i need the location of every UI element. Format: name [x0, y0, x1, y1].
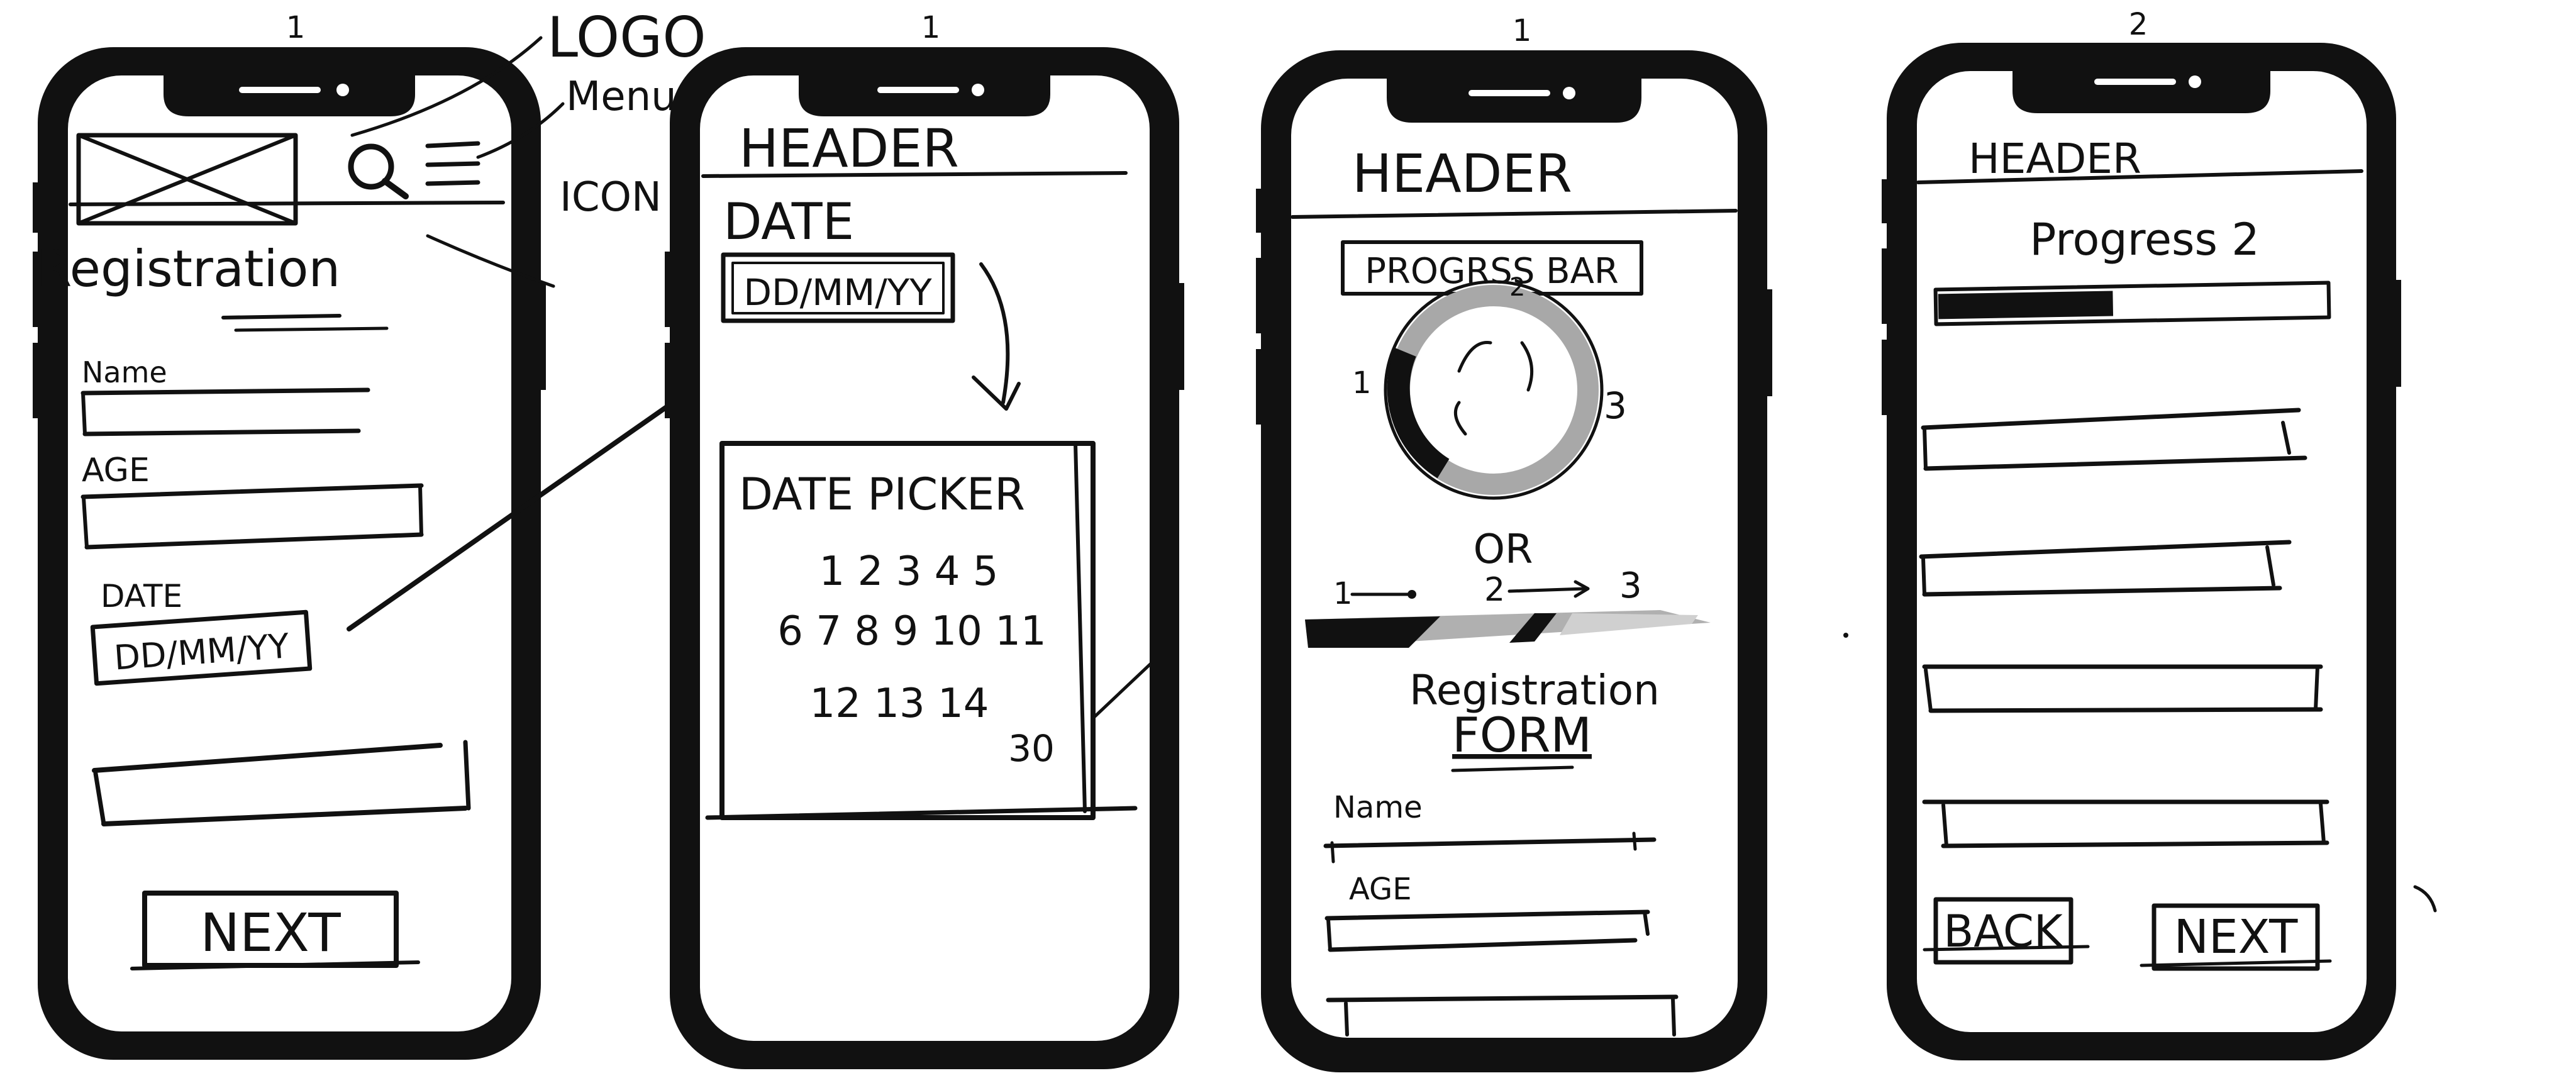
phone-2-header: HEADER — [739, 118, 959, 179]
phone-2-date-placeholder: DD/MM/YY — [743, 271, 932, 314]
registration-title: Registration — [37, 240, 340, 298]
date-label: DATE — [101, 578, 182, 614]
date-picker-title: DATE PICKER — [739, 469, 1025, 520]
back-button-label: BACK — [1943, 906, 2064, 957]
or-divider-text: OR — [1474, 526, 1533, 573]
icon-annotation: ICON — [560, 174, 662, 221]
menu-annotation: Menu — [566, 74, 677, 120]
circle-step-1: 1 — [1352, 365, 1372, 401]
next-button-2-label: NEXT — [2174, 910, 2299, 964]
phone-3: 1 HEADER PROGRSS BAR 1 2 3 OR 1 2 3 Regi… — [1256, 13, 1772, 1072]
linear-step-2: 2 — [1484, 571, 1505, 609]
circle-step-3: 3 — [1604, 384, 1627, 427]
date-picker-row-4[interactable]: 30 — [1008, 727, 1055, 770]
phone-4-notch — [2012, 66, 2270, 113]
phone-1: 1 LOGO Menu ICON Registration Name AGE D… — [33, 5, 736, 1060]
date-picker-row-2[interactable]: 6 7 8 9 10 11 — [777, 608, 1046, 655]
phone-3-name-label: Name — [1333, 790, 1423, 825]
phone-1-number: 1 — [286, 10, 306, 45]
date-picker-row-3[interactable]: 12 13 14 — [810, 681, 989, 727]
name-label: Name — [82, 355, 167, 389]
registration-form-subtitle: FORM — [1452, 707, 1592, 763]
logo-annotation: LOGO — [547, 5, 706, 70]
phone-2-number: 1 — [921, 10, 941, 45]
linear-step-1: 1 — [1333, 576, 1353, 611]
age-label: AGE — [82, 452, 150, 489]
phone-2: 1 HEADER DATE DD/MM/YY DATE PICKER 1 2 3… — [665, 10, 1184, 1069]
phone-3-header: HEADER — [1352, 143, 1572, 204]
linear-step-3: 3 — [1619, 565, 1642, 606]
phone-3-number: 1 — [1513, 13, 1532, 48]
phone-2-date-label: DATE — [723, 192, 854, 251]
next-button-1-label: NEXT — [200, 902, 341, 964]
progress-2-label: Progress 2 — [2029, 214, 2260, 265]
date-picker-row-1[interactable]: 1 2 3 4 5 — [819, 548, 999, 595]
phone-3-age-label: AGE — [1349, 872, 1412, 907]
header-divider — [69, 201, 505, 206]
circle-step-2: 2 — [1509, 273, 1525, 302]
phone-4: 2 HEADER Progress 2 BACK NEXT — [1882, 7, 2401, 1060]
phone-4-number: 2 — [2129, 7, 2148, 42]
phone-3-notch — [1387, 72, 1641, 123]
wireframe-canvas: 1 LOGO Menu ICON Registration Name AGE D… — [33, 5, 2437, 1072]
